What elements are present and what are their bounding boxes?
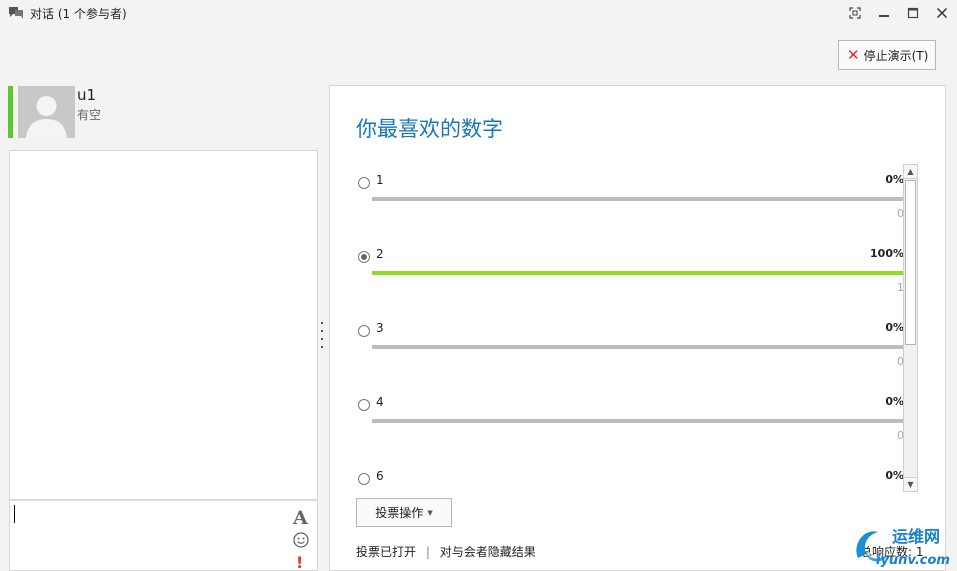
option-percent: 0%	[885, 395, 904, 408]
option-radio[interactable]	[358, 251, 370, 263]
poll-actions-button[interactable]: 投票操作 ▼	[356, 498, 452, 527]
option-result-bar	[372, 271, 904, 275]
emoticon-icon[interactable]	[292, 531, 310, 549]
maximize-icon	[907, 7, 919, 19]
participant-name: u1	[77, 86, 97, 104]
splitter-dot	[321, 330, 323, 332]
chevron-down-icon: ▼	[427, 508, 433, 517]
watermark-text-cn: 运维网	[892, 527, 940, 546]
watermark-logo: 运维网 iyunv.com	[856, 527, 950, 568]
splitter-dot	[321, 346, 323, 348]
poll-option[interactable]: 2 100% 1	[354, 242, 904, 316]
separator: |	[425, 545, 430, 559]
font-icon[interactable]: A	[293, 507, 308, 529]
splitter-dot	[321, 322, 323, 324]
stop-presenting-label: 停止演示(T)	[863, 48, 929, 63]
pane-splitter-handle[interactable]	[320, 322, 324, 348]
option-percent: 0%	[885, 173, 904, 186]
poll-option[interactable]: 6 0%	[354, 464, 904, 493]
scroll-down-arrow-icon[interactable]: ▼	[904, 477, 917, 491]
option-radio[interactable]	[358, 473, 370, 485]
option-label: 3	[376, 321, 384, 335]
watermark-text-en: iyunv.com	[876, 553, 950, 568]
poll-title: 你最喜欢的数字	[356, 117, 503, 141]
poll-panel: 你最喜欢的数字 1 0% 0 2 100% 1 3 0% 0 4 0% 0 6 …	[329, 85, 946, 571]
close-icon	[936, 7, 948, 19]
chat-history[interactable]	[9, 150, 318, 500]
poll-scrollbar[interactable]: ▲ ▼	[903, 164, 918, 492]
option-percent: 100%	[870, 247, 904, 260]
participant-status: 有空	[77, 108, 102, 122]
participant-card[interactable]: u1 有空	[8, 86, 318, 138]
maximize-button[interactable]	[903, 4, 923, 22]
conversation-icon	[9, 7, 23, 19]
poll-status: 投票已打开	[356, 545, 417, 559]
window-title: 对话 (1 个参与者)	[30, 7, 127, 21]
fullscreen-button[interactable]	[845, 4, 865, 22]
fullscreen-icon	[849, 7, 861, 19]
option-result-bar	[372, 345, 904, 349]
stop-icon: ✕	[847, 45, 860, 64]
poll-actions-label: 投票操作	[375, 506, 424, 520]
option-radio[interactable]	[358, 325, 370, 337]
option-label: 1	[376, 173, 384, 187]
scrollbar-thumb[interactable]	[905, 180, 916, 345]
presence-indicator	[8, 86, 13, 138]
minimize-button[interactable]	[874, 4, 894, 22]
hide-results-link[interactable]: 对与会者隐藏结果	[440, 545, 536, 559]
priority-icon[interactable]: !	[296, 553, 303, 571]
option-label: 4	[376, 395, 384, 409]
option-result-bar	[372, 419, 904, 423]
option-label: 2	[376, 247, 384, 261]
poll-option[interactable]: 1 0% 0	[354, 168, 904, 242]
option-radio[interactable]	[358, 399, 370, 411]
option-result-bar	[372, 197, 904, 201]
poll-options-list: 1 0% 0 2 100% 1 3 0% 0 4 0% 0 6 0%	[354, 168, 904, 493]
option-label: 6	[376, 469, 384, 483]
avatar	[18, 86, 75, 138]
title-bar: 对话 (1 个参与者)	[0, 0, 957, 28]
poll-option[interactable]: 4 0% 0	[354, 390, 904, 464]
poll-footer: 投票已打开 | 对与会者隐藏结果	[356, 543, 536, 560]
message-input[interactable]: A !	[9, 500, 318, 571]
option-percent: 0%	[885, 469, 904, 482]
scroll-up-arrow-icon[interactable]: ▲	[904, 165, 917, 179]
option-radio[interactable]	[358, 177, 370, 189]
option-percent: 0%	[885, 321, 904, 334]
default-avatar-icon	[18, 86, 75, 138]
text-caret	[14, 505, 15, 523]
close-button[interactable]	[932, 4, 952, 22]
splitter-dot	[321, 338, 323, 340]
option-result-fill	[372, 271, 904, 275]
stop-presenting-button[interactable]: ✕ 停止演示(T)	[838, 40, 936, 70]
minimize-icon	[879, 15, 889, 17]
poll-option[interactable]: 3 0% 0	[354, 316, 904, 390]
